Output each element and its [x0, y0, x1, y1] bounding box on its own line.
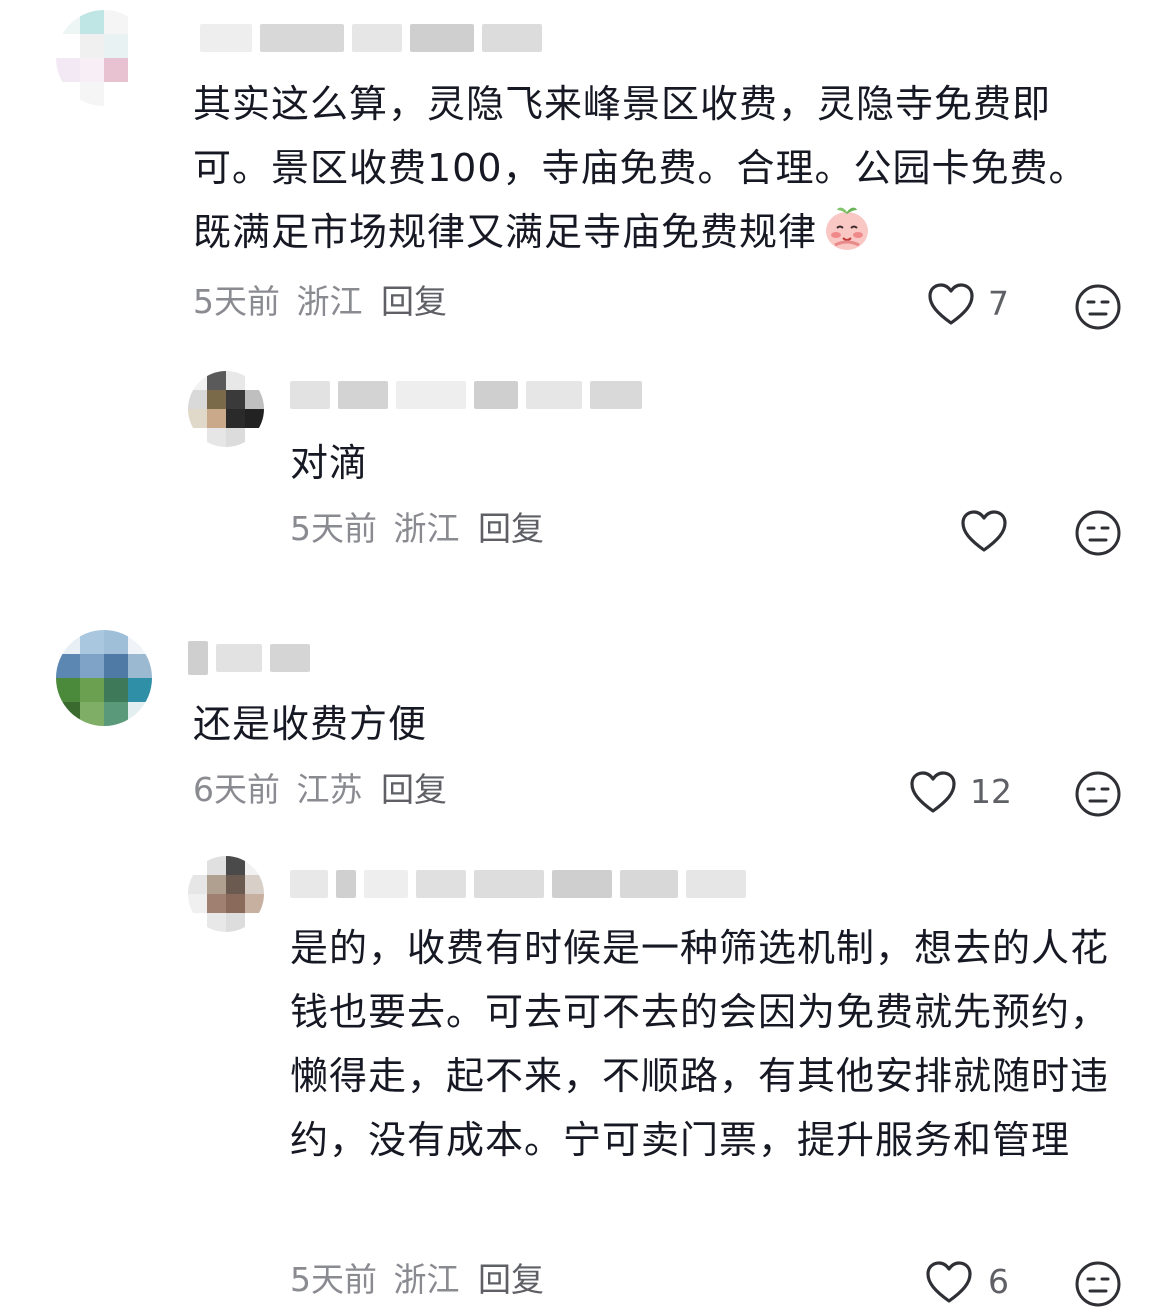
dislike-button[interactable] [1074, 1260, 1122, 1308]
neutral-face-icon [1075, 771, 1121, 817]
reply-time: 5天前 [290, 509, 377, 548]
heart-outline-icon [926, 1261, 972, 1303]
username-blurred[interactable] [200, 18, 550, 58]
dislike-button[interactable] [1074, 283, 1122, 331]
comment-item: 还是收费方便 6天前 江苏 回复 12 [0, 620, 1170, 840]
heart-outline-icon [961, 510, 1007, 552]
neutral-face-icon [1075, 510, 1121, 556]
comment-text: 其实这么算，灵隐飞来峰景区收费，灵隐寺免费即可。景区收费100，寺庙免费。合理。… [193, 82, 1088, 254]
reply-meta: 5天前 浙江 回复 [290, 1258, 544, 1302]
avatar[interactable] [188, 371, 264, 447]
comment-time: 5天前 [193, 282, 280, 321]
reply-button[interactable]: 回复 [381, 282, 447, 321]
comment-item: 其实这么算，灵隐飞来峰景区收费，灵隐寺免费即可。景区收费100，寺庙免费。合理。… [0, 0, 1170, 340]
reply-location: 浙江 [393, 509, 460, 548]
heart-outline-icon [910, 771, 956, 813]
reply-item: 是的，收费有时候是一种筛选机制，想去的人花钱也要去。可去可不去的会因为免费就先预… [0, 840, 1170, 1315]
heart-outline-icon [928, 283, 974, 325]
username-blurred[interactable] [290, 375, 650, 415]
comment-meta: 6天前 江苏 回复 [193, 768, 447, 812]
like-count: 12 [970, 772, 1012, 811]
reply-button[interactable]: 回复 [478, 509, 544, 548]
username-blurred[interactable] [188, 638, 318, 678]
neutral-face-icon [1075, 1261, 1121, 1307]
like-count: 6 [988, 1262, 1009, 1301]
blushing-peach-emoji-icon [821, 201, 873, 253]
username-blurred[interactable] [290, 864, 754, 904]
dislike-button[interactable] [1074, 770, 1122, 818]
comment-meta: 5天前 浙江 回复 [193, 280, 447, 324]
reply-location: 浙江 [393, 1260, 460, 1299]
reply-button[interactable]: 回复 [381, 770, 447, 809]
like-button[interactable] [909, 770, 957, 814]
avatar[interactable] [56, 10, 152, 106]
reply-time: 5天前 [290, 1260, 377, 1299]
reply-item: 对滴 5天前 浙江 回复 [0, 355, 1170, 570]
reply-meta: 5天前 浙江 回复 [290, 507, 544, 551]
comment-text: 还是收费方便 [193, 702, 428, 746]
like-count: 7 [988, 284, 1009, 323]
comment-time: 6天前 [193, 770, 280, 809]
dislike-button[interactable] [1074, 509, 1122, 557]
reply-text: 是的，收费有时候是一种筛选机制，想去的人花钱也要去。可去可不去的会因为免费就先预… [290, 926, 1110, 1162]
like-button[interactable] [927, 282, 975, 326]
reply-button[interactable]: 回复 [478, 1260, 544, 1299]
like-button[interactable] [960, 509, 1008, 553]
avatar[interactable] [188, 856, 264, 932]
neutral-face-icon [1075, 284, 1121, 330]
comment-location: 浙江 [296, 282, 363, 321]
reply-text: 对滴 [290, 441, 369, 485]
comment-location: 江苏 [296, 770, 363, 809]
avatar[interactable] [56, 630, 152, 726]
like-button[interactable] [925, 1260, 973, 1304]
